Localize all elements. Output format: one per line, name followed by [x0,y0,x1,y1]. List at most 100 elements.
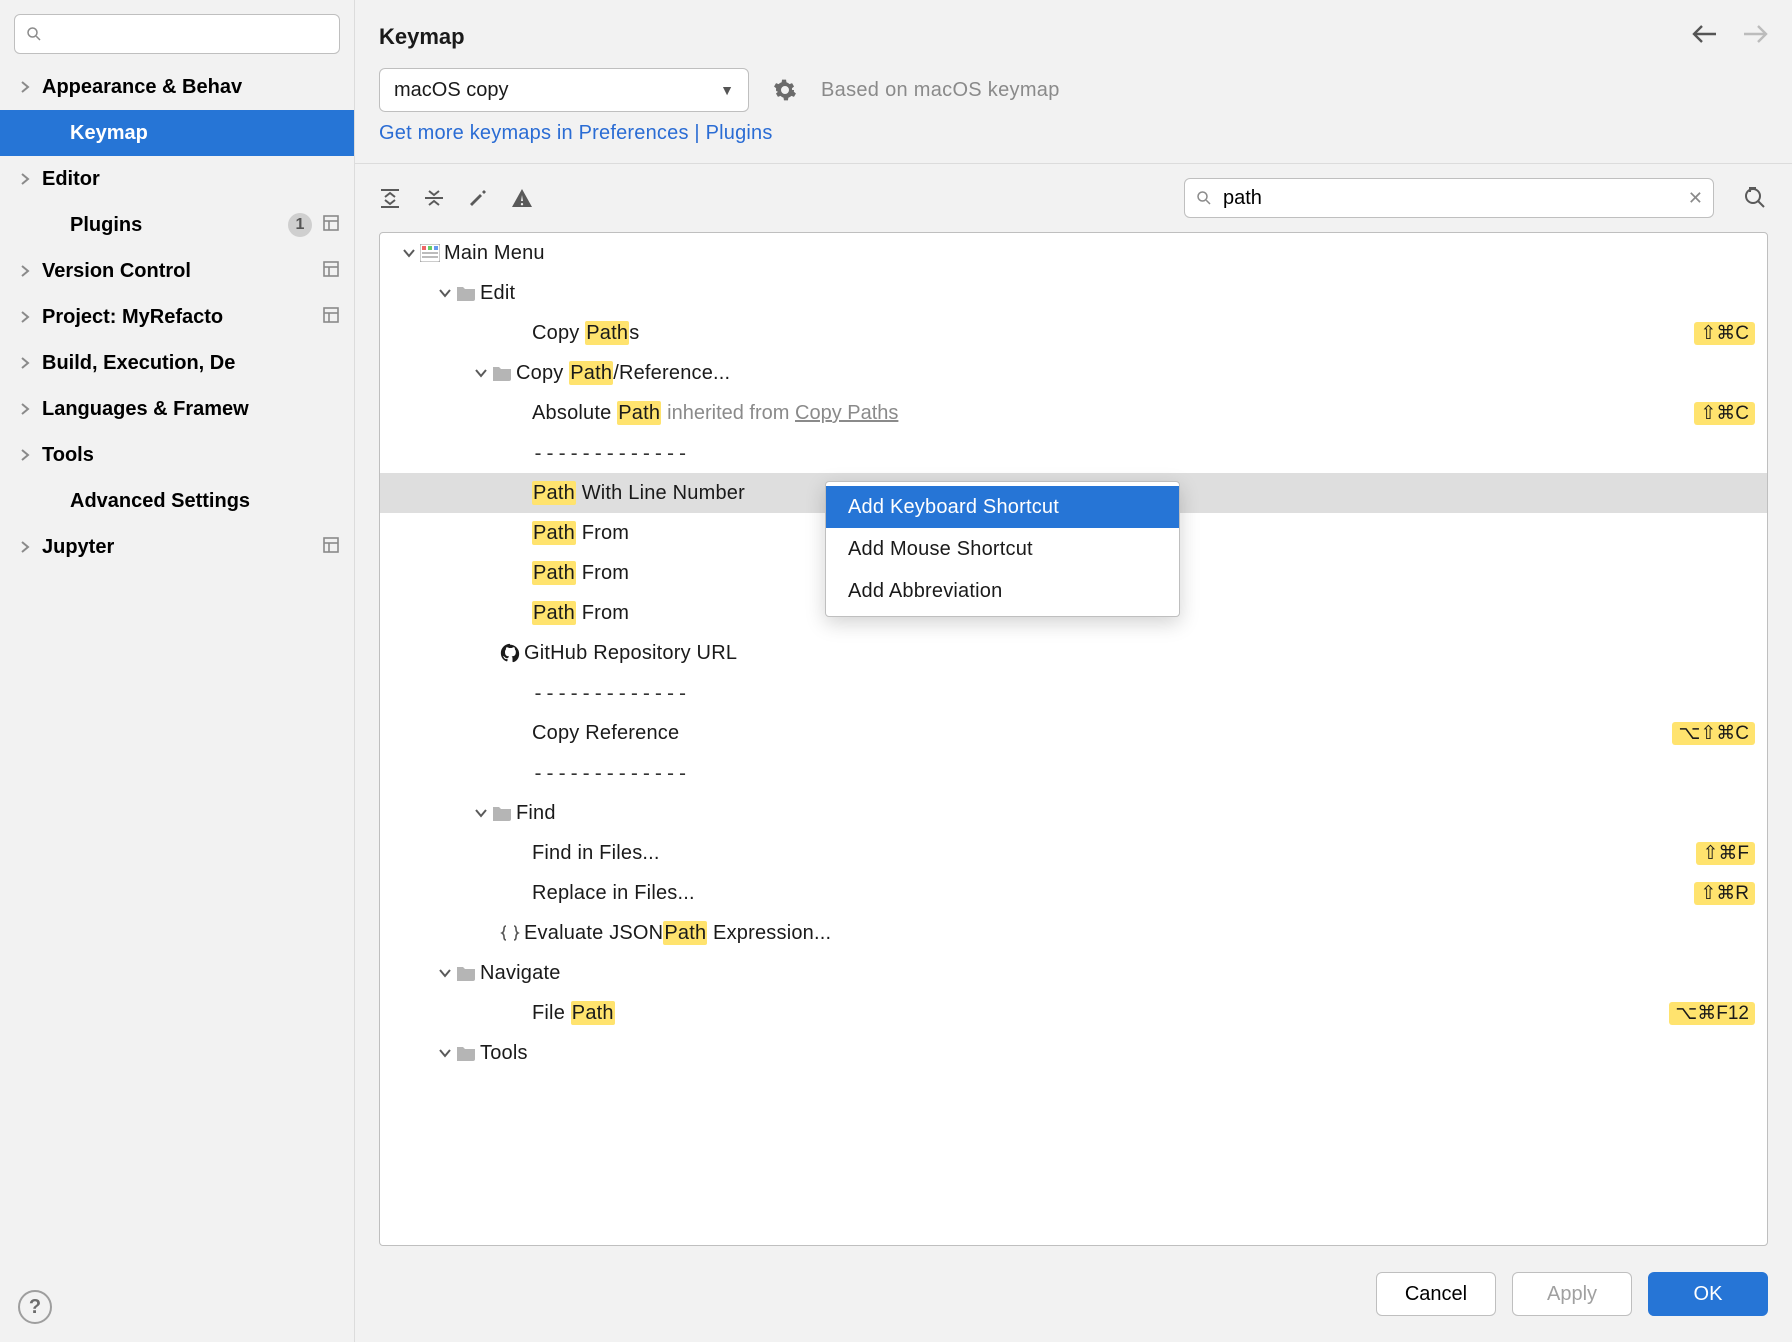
chevron-down-icon[interactable] [470,368,492,378]
sidebar-item-appearance-behav[interactable]: Appearance & Behav [0,64,354,110]
keymap-select[interactable]: macOS copy ▼ [379,68,749,112]
sidebar-item-tools[interactable]: Tools [0,432,354,478]
find-by-shortcut-icon[interactable] [1742,185,1768,211]
action-search[interactable]: ✕ [1184,178,1714,218]
sidebar-item-label: Jupyter [42,536,312,559]
sidebar-footer: ? [0,1272,354,1342]
chevron-right-icon [18,173,32,185]
warning-icon[interactable] [511,187,533,209]
chevron-right-icon [18,449,32,461]
tree-row[interactable]: GitHub Repository URL [380,633,1767,673]
chevron-right-icon [18,541,32,553]
folder-icon [456,285,476,301]
tree-row-label: Find [516,803,556,823]
shortcut-badge: ⇧⌘C [1694,402,1755,425]
keymap-toolbar: macOS copy ▼ Based on macOS keymap [355,68,1792,122]
tree-row[interactable]: ------------- [380,673,1767,713]
tree-row-label: Copy Path/Reference... [516,363,730,383]
shortcut-badge: ⇧⌘F [1696,842,1755,865]
context-menu-item[interactable]: Add Mouse Shortcut [826,528,1179,570]
project-scope-icon [322,260,340,283]
tree-row[interactable]: ------------- [380,753,1767,793]
tree-row[interactable]: ------------- [380,433,1767,473]
context-menu-item[interactable]: Add Abbreviation [826,570,1179,612]
tree-row-label: Navigate [480,963,561,983]
sidebar-item-label: Languages & Framew [42,398,340,421]
chevron-right-icon [18,265,32,277]
gear-icon[interactable] [773,78,797,102]
tree-row[interactable]: Main Menu [380,233,1767,273]
shortcut-badge: ⌥⇧⌘C [1672,722,1755,745]
sidebar-item-build-execution-de[interactable]: Build, Execution, De [0,340,354,386]
sidebar-item-keymap[interactable]: Keymap [0,110,354,156]
tree-row-label: Path From [532,523,629,543]
tree-row[interactable]: Find [380,793,1767,833]
sidebar-search[interactable] [14,14,340,54]
tree-row[interactable]: Replace in Files...⇧⌘R [380,873,1767,913]
sidebar-item-languages-framew[interactable]: Languages & Framew [0,386,354,432]
ok-button[interactable]: OK [1648,1272,1768,1316]
inherited-from-link[interactable]: Copy Paths [795,402,898,424]
tree-row[interactable]: Edit [380,273,1767,313]
tree-row[interactable]: Copy Paths⇧⌘C [380,313,1767,353]
sidebar-item-version-control[interactable]: Version Control [0,248,354,294]
based-on-label: Based on macOS keymap [821,79,1060,102]
shortcut-badge: ⌥⌘F12 [1669,1002,1755,1025]
sidebar-item-label: Advanced Settings [70,490,340,513]
project-scope-icon [322,214,340,237]
tree-row-label: Main Menu [444,243,545,263]
inherited-from-label: inherited from Copy Paths [667,403,898,423]
tree-row-label: Path From [532,603,629,623]
folder-icon [492,805,512,821]
tree-row-label: Path With Line Number [532,483,745,503]
tree-row[interactable]: Tools [380,1033,1767,1073]
sidebar-item-advanced-settings[interactable]: Advanced Settings [0,478,354,524]
menu-icon [420,244,440,262]
tree-row[interactable]: Copy Path/Reference... [380,353,1767,393]
separator: ------------- [532,443,689,463]
sidebar-item-plugins[interactable]: Plugins1 [0,202,354,248]
shortcut-badge: ⇧⌘R [1694,882,1755,905]
sidebar-search-input[interactable] [51,23,329,46]
project-scope-icon [322,306,340,329]
sidebar-item-label: Tools [42,444,340,467]
expand-all-icon[interactable] [379,187,401,209]
sidebar-item-jupyter[interactable]: Jupyter [0,524,354,570]
page-title: Keymap [379,24,1692,50]
edit-icon[interactable] [467,187,489,209]
sidebar-item-project-myrefacto[interactable]: Project: MyRefacto [0,294,354,340]
tree-row[interactable]: Copy Reference⌥⇧⌘C [380,713,1767,753]
tree-row[interactable]: Navigate [380,953,1767,993]
sidebar-item-label: Editor [42,168,340,191]
chevron-down-icon[interactable] [434,1048,456,1058]
keymap-link-row: Get more keymaps in Preferences | Plugin… [355,122,1792,163]
keymap-tree[interactable]: Main MenuEditCopy Paths⇧⌘CCopy Path/Refe… [380,233,1767,1073]
forward-button[interactable] [1742,24,1768,50]
chevron-down-icon[interactable] [398,248,420,258]
chevron-right-icon [18,311,32,323]
tree-row[interactable]: File Path⌥⌘F12 [380,993,1767,1033]
tree-row[interactable]: Evaluate JSONPath Expression... [380,913,1767,953]
collapse-all-icon[interactable] [423,187,445,209]
clear-icon[interactable]: ✕ [1688,188,1703,209]
tree-row[interactable]: Absolute Path inherited from Copy Paths⇧… [380,393,1767,433]
tree-row-label: Copy Paths [532,323,639,343]
help-button[interactable]: ? [18,1290,52,1324]
chevron-down-icon[interactable] [434,968,456,978]
cancel-button[interactable]: Cancel [1376,1272,1496,1316]
context-menu: Add Keyboard ShortcutAdd Mouse ShortcutA… [825,481,1180,617]
github-icon [500,643,520,663]
sidebar-item-editor[interactable]: Editor [0,156,354,202]
apply-button[interactable]: Apply [1512,1272,1632,1316]
sidebar-item-label: Appearance & Behav [42,76,340,99]
tree-row-label: GitHub Repository URL [524,643,737,663]
back-button[interactable] [1692,24,1718,50]
tree-row-label: Find in Files... [532,843,660,863]
chevron-down-icon[interactable] [434,288,456,298]
action-search-input[interactable] [1223,187,1678,210]
badge: 1 [288,213,312,237]
get-more-keymaps-link[interactable]: Get more keymaps in Preferences | Plugin… [379,122,773,144]
chevron-down-icon[interactable] [470,808,492,818]
context-menu-item[interactable]: Add Keyboard Shortcut [826,486,1179,528]
tree-row[interactable]: Find in Files... ⇧⌘F [380,833,1767,873]
